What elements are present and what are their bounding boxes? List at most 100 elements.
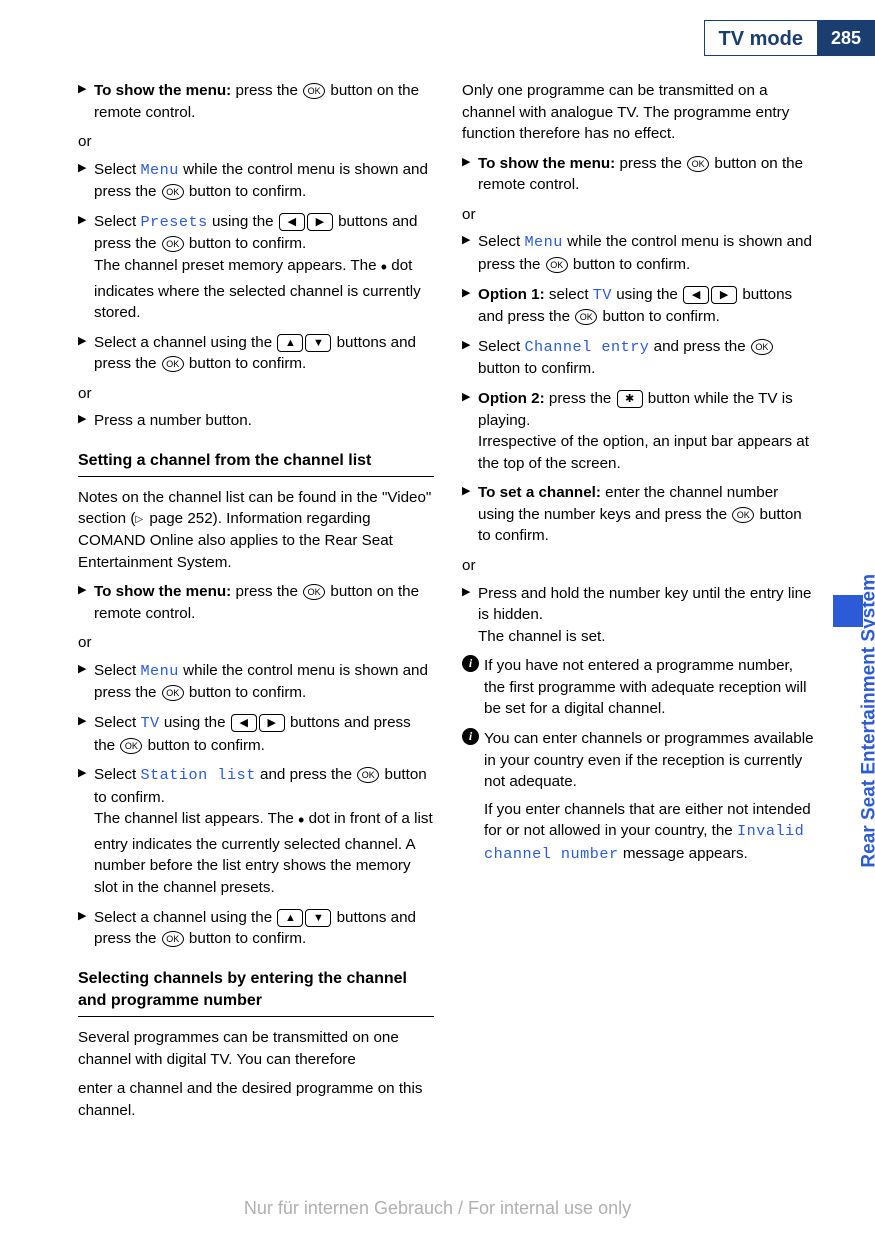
ok-button-icon: OK [303, 584, 325, 600]
text: To show the menu: [478, 155, 615, 172]
step-arrow-icon: ▶ [78, 662, 86, 678]
step-arrow-icon: ▶ [78, 412, 86, 428]
text: Irrespective of the option, an input bar… [478, 431, 818, 474]
text: button to confirm. [185, 235, 307, 252]
left-button-icon: ◀ [683, 286, 709, 304]
text: Option 2: [478, 390, 545, 407]
menu-literal: Channel entry [524, 338, 649, 356]
step-set-channel: ▶ To set a channel: enter the channel nu… [462, 482, 818, 547]
ok-button-icon: OK [357, 767, 379, 783]
header-title: TV mode [704, 20, 817, 56]
left-button-icon: ◀ [231, 714, 257, 732]
page-content: ▶ To show the menu: press the OK button … [78, 80, 818, 1160]
text: Select [478, 338, 524, 355]
step-select-tv: ▶ Select TV using the ◀▶ buttons and pre… [78, 712, 434, 756]
step-select-menu-2: ▶ Select Menu while the control menu is … [78, 660, 434, 704]
xref-icon [135, 510, 145, 527]
left-button-icon: ◀ [279, 213, 305, 231]
text: using the [612, 286, 682, 303]
or-text: or [462, 555, 818, 577]
step-select-channel-updown-2: ▶ Select a channel using the ▲▼ buttons … [78, 907, 434, 950]
text: Select [94, 714, 140, 731]
up-button-icon: ▲ [277, 334, 303, 352]
text: button to confirm. [598, 308, 720, 325]
text: button to confirm. [185, 355, 307, 372]
info-note-1: i If you have not entered a programme nu… [462, 655, 818, 720]
step-select-presets: ▶ Select Presets using the ◀▶ buttons an… [78, 211, 434, 324]
text: Select [478, 233, 524, 250]
step-arrow-icon: ▶ [462, 338, 470, 354]
step-arrow-icon: ▶ [462, 390, 470, 406]
step-station-list: ▶ Select Station list and press the OK b… [78, 764, 434, 898]
text: button to confirm. [478, 360, 595, 377]
ok-button-icon: OK [162, 931, 184, 947]
step-arrow-icon: ▶ [462, 233, 470, 249]
step-arrow-icon: ▶ [78, 714, 86, 730]
step-press-number: ▶ Press a number button. [78, 410, 434, 432]
step-show-menu-1: ▶ To show the menu: press the OK button … [78, 80, 434, 123]
text: select [545, 286, 593, 303]
step-arrow-icon: ▶ [78, 909, 86, 925]
right-button-icon: ▶ [307, 213, 333, 231]
info-icon: i [462, 728, 479, 745]
or-text: or [78, 131, 434, 153]
or-text: or [78, 383, 434, 405]
text: press the [545, 390, 616, 407]
text: and press the [649, 338, 749, 355]
info-icon: i [462, 655, 479, 672]
or-text: or [78, 632, 434, 654]
or-text: or [462, 204, 818, 226]
text: To show the menu: [94, 583, 231, 600]
text: Select [94, 662, 140, 679]
text: Select a channel using the [94, 334, 276, 351]
ok-button-icon: OK [546, 257, 568, 273]
step-arrow-icon: ▶ [462, 155, 470, 171]
text: button to confirm. [185, 930, 307, 947]
text: using the [160, 714, 230, 731]
step-channel-entry: ▶ Select Channel entry and press the OK … [462, 336, 818, 380]
ok-button-icon: OK [575, 309, 597, 325]
step-arrow-icon: ▶ [462, 585, 470, 601]
text: You can enter channels or programmes ava… [484, 730, 814, 790]
right-button-icon: ▶ [711, 286, 737, 304]
text: Press a number button. [94, 412, 252, 429]
text: button to confirm. [569, 256, 691, 273]
step-arrow-icon: ▶ [78, 161, 86, 177]
text: Option 1: [478, 286, 545, 303]
right-button-icon: ▶ [259, 714, 285, 732]
text: To set a channel: [478, 484, 601, 501]
page-header: TV mode 285 [704, 20, 875, 56]
text: Press and hold the number key until the … [478, 585, 811, 624]
menu-literal: Menu [140, 161, 178, 179]
menu-literal: Menu [524, 233, 562, 251]
paragraph: Several programmes can be transmitted on… [78, 1027, 434, 1070]
step-select-channel-updown-1: ▶ Select a channel using the ▲▼ buttons … [78, 332, 434, 375]
menu-literal: Presets [140, 213, 207, 231]
star-button-icon: ✱ [617, 390, 643, 408]
text: If you have not entered a programme numb… [484, 657, 806, 717]
menu-literal: Menu [140, 662, 178, 680]
ok-button-icon: OK [687, 156, 709, 172]
text: and press the [256, 766, 356, 783]
text: press the [231, 583, 302, 600]
step-arrow-icon: ▶ [462, 286, 470, 302]
text: Select a channel using the [94, 909, 276, 926]
info-note-2: i You can enter channels or programmes a… [462, 728, 818, 865]
text: The channel is set. [478, 626, 818, 648]
paragraph: enter a channel and the desired programm… [78, 1078, 434, 1121]
ok-button-icon: OK [162, 184, 184, 200]
step-arrow-icon: ▶ [78, 213, 86, 229]
step-arrow-icon: ▶ [462, 484, 470, 500]
text: button to confirm. [185, 183, 307, 200]
step-option-2: ▶ Option 2: press the ✱ button while the… [462, 388, 818, 474]
ok-button-icon: OK [162, 685, 184, 701]
step-select-menu-3: ▶ Select Menu while the control menu is … [462, 231, 818, 275]
text: Select [94, 766, 140, 783]
step-arrow-icon: ▶ [78, 334, 86, 350]
menu-literal: TV [593, 286, 612, 304]
step-show-menu-3: ▶ To show the menu: press the OK button … [462, 153, 818, 196]
page-number: 285 [817, 20, 875, 56]
heading-channel-list: Setting a channel from the channel list [78, 450, 434, 477]
step-option-1: ▶ Option 1: select TV using the ◀▶ butto… [462, 284, 818, 328]
text: The channel list appears. The • dot in f… [94, 808, 434, 898]
